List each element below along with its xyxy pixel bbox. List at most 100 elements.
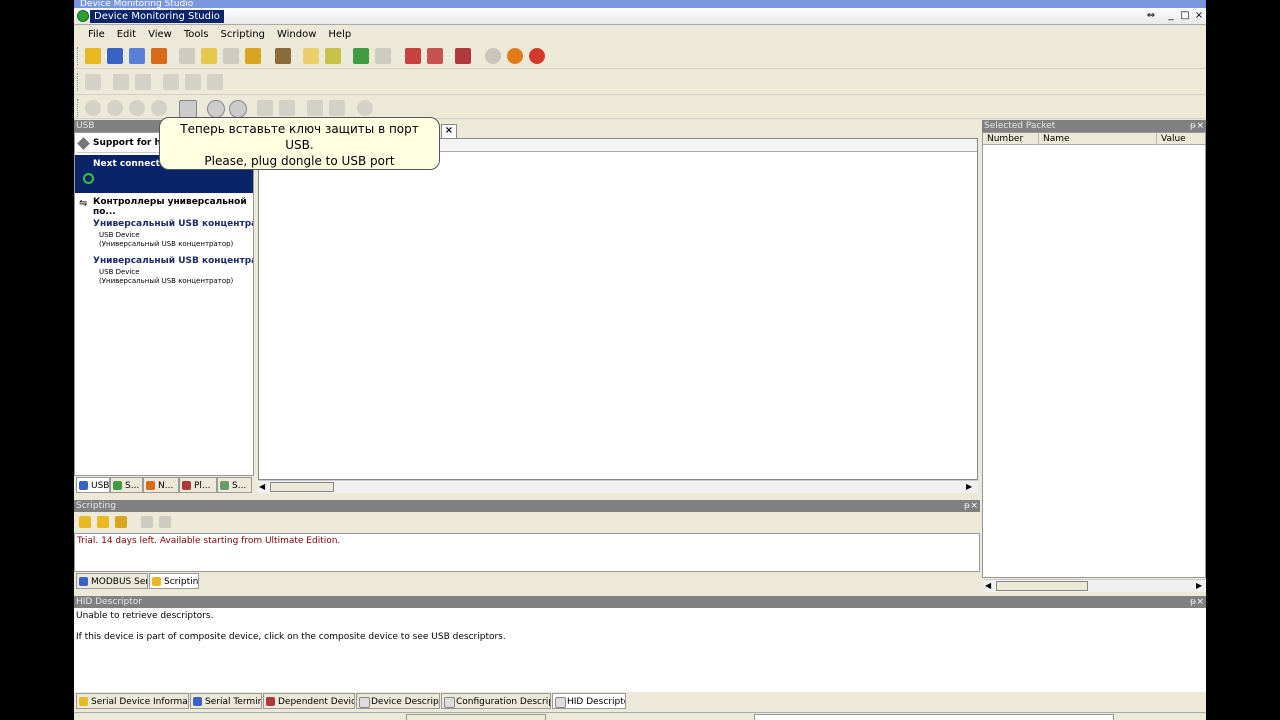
device-item[interactable]: Универсальный USB концентра... USB Devic… [75, 254, 253, 290]
tab-scripting[interactable]: Scripting [149, 573, 199, 589]
node-remove-icon[interactable] [129, 100, 145, 116]
menu-edit[interactable]: Edit [111, 26, 142, 43]
stop-script-icon[interactable] [159, 516, 171, 528]
tab-plugins[interactable]: Pl... [179, 477, 217, 493]
pin-icon[interactable]: ᵽ [1190, 596, 1196, 608]
tab-network-label: N... [158, 481, 174, 491]
import-icon[interactable] [163, 74, 179, 90]
tab-modbus-send[interactable]: MODBUS Send [76, 573, 148, 589]
scroll-thumb[interactable] [270, 482, 334, 492]
close-panel-icon[interactable]: × [970, 500, 978, 512]
toolbar-grip[interactable] [77, 47, 81, 65]
menu-window[interactable]: Window [271, 26, 322, 43]
save-script-icon[interactable] [115, 516, 127, 528]
menu-view[interactable]: View [142, 26, 178, 43]
status-bar [74, 712, 1206, 720]
toolbar-grip-3[interactable] [77, 99, 81, 117]
scroll-right-icon[interactable]: ▶ [966, 482, 972, 491]
area-chart-icon[interactable] [135, 74, 151, 90]
restore-toolbar-button[interactable]: ⇔ [1144, 10, 1158, 22]
bookmark-icon[interactable] [179, 100, 197, 118]
run-script-icon[interactable] [141, 516, 153, 528]
close-window-button[interactable]: × [1192, 10, 1206, 22]
toolbar-grip-2[interactable] [77, 73, 81, 91]
packet-hscrollbar[interactable]: ◀ ▶ [984, 579, 1206, 592]
copy-icon[interactable] [201, 48, 217, 64]
tab-dependent-devices[interactable]: Dependent Devices [263, 693, 355, 709]
controllers-row[interactable]: ⇋ Контроллеры универсальной по... [77, 195, 253, 217]
tab-device-descriptor[interactable]: Device Descriptor [356, 693, 440, 709]
usb-icon: ⇋ [79, 198, 88, 209]
config-tab-icon [444, 697, 455, 708]
callout-line-ru: Теперь вставьте ключ защиты в порт [180, 122, 419, 136]
filter-icon[interactable] [405, 48, 421, 64]
find-icon[interactable] [325, 48, 341, 64]
play-icon[interactable] [485, 48, 501, 64]
column-name[interactable]: Name [1039, 133, 1157, 145]
hid-content: Unable to retrieve descriptors. If this … [74, 608, 1206, 692]
node-add-icon[interactable] [107, 100, 123, 116]
device-item[interactable]: Универсальный USB концентра... USB Devic… [75, 217, 253, 253]
scroll-left-icon[interactable]: ◀ [985, 581, 991, 590]
close-panel-icon[interactable]: × [1196, 596, 1204, 608]
stop-icon[interactable] [529, 48, 545, 64]
menu-scripting[interactable]: Scripting [214, 26, 270, 43]
tab-hid-descriptor[interactable]: HID Descriptor [552, 693, 626, 709]
menu-help[interactable]: Help [322, 26, 357, 43]
verify-icon[interactable] [353, 48, 369, 64]
paste-special-icon[interactable] [245, 48, 261, 64]
tab-serial[interactable]: S... [110, 477, 143, 493]
merge-icon[interactable] [279, 100, 295, 116]
node-link-icon[interactable] [151, 100, 167, 116]
tab-sessions[interactable]: S... [217, 477, 252, 493]
menu-tools[interactable]: Tools [178, 26, 215, 43]
scroll-thumb[interactable] [996, 581, 1088, 591]
paste-icon[interactable] [223, 48, 239, 64]
tab-usb[interactable]: USB [76, 477, 110, 493]
filter-edit-icon[interactable] [427, 48, 443, 64]
minimize-button[interactable]: _ [1164, 10, 1178, 22]
save-icon[interactable] [107, 48, 123, 64]
pin-icon[interactable]: ᵽ [1190, 120, 1196, 132]
device-type: USB Device [99, 231, 140, 239]
settings-node-icon[interactable] [357, 100, 373, 116]
device-properties-icon[interactable] [275, 48, 291, 64]
back-icon[interactable] [207, 100, 225, 118]
chart-icon[interactable] [85, 74, 101, 90]
export-icon[interactable] [151, 48, 167, 64]
tree-icon[interactable] [257, 100, 273, 116]
selected-packet-title: Selected Packet [984, 121, 1056, 131]
grid-icon[interactable] [307, 100, 323, 116]
tab-label: Serial Terminal [205, 697, 261, 707]
tab-serial-label: S... [125, 481, 140, 491]
verify-disabled-icon[interactable] [375, 48, 391, 64]
tab-serial-device-information[interactable]: Serial Device Information [76, 693, 189, 709]
new-session-icon[interactable] [85, 48, 101, 64]
tab-serial-terminal[interactable]: Serial Terminal [190, 693, 262, 709]
scroll-left-icon[interactable]: ◀ [259, 482, 265, 491]
tab-network[interactable]: N... [143, 477, 179, 493]
column-value[interactable]: Value [1157, 133, 1205, 145]
open-log-icon[interactable] [303, 48, 319, 64]
forward-icon[interactable] [229, 100, 247, 118]
node-icon[interactable] [85, 100, 101, 116]
document-hscrollbar[interactable]: ◀ ▶ [258, 480, 978, 493]
cut-icon[interactable] [179, 48, 195, 64]
line-chart-icon[interactable] [113, 74, 129, 90]
menu-file[interactable]: File [82, 26, 111, 43]
pin-icon[interactable]: ᵽ [964, 500, 970, 512]
upload-icon[interactable] [185, 74, 201, 90]
scroll-right-icon[interactable]: ▶ [1196, 581, 1202, 590]
grid-edit-icon[interactable] [329, 100, 345, 116]
tab-configuration-descriptor[interactable]: Configuration Descriptor [441, 693, 551, 709]
download-icon[interactable] [207, 74, 223, 90]
maximize-button[interactable]: □ [1178, 10, 1192, 22]
pause-icon[interactable] [507, 48, 523, 64]
callout-close-button[interactable]: × [441, 124, 457, 139]
open-script-icon[interactable] [97, 516, 109, 528]
save-as-icon[interactable] [129, 48, 145, 64]
new-script-icon[interactable] [79, 516, 91, 528]
column-number[interactable]: Number [983, 133, 1039, 145]
monitor-icon[interactable] [455, 48, 471, 64]
close-panel-icon[interactable]: × [1196, 120, 1204, 132]
